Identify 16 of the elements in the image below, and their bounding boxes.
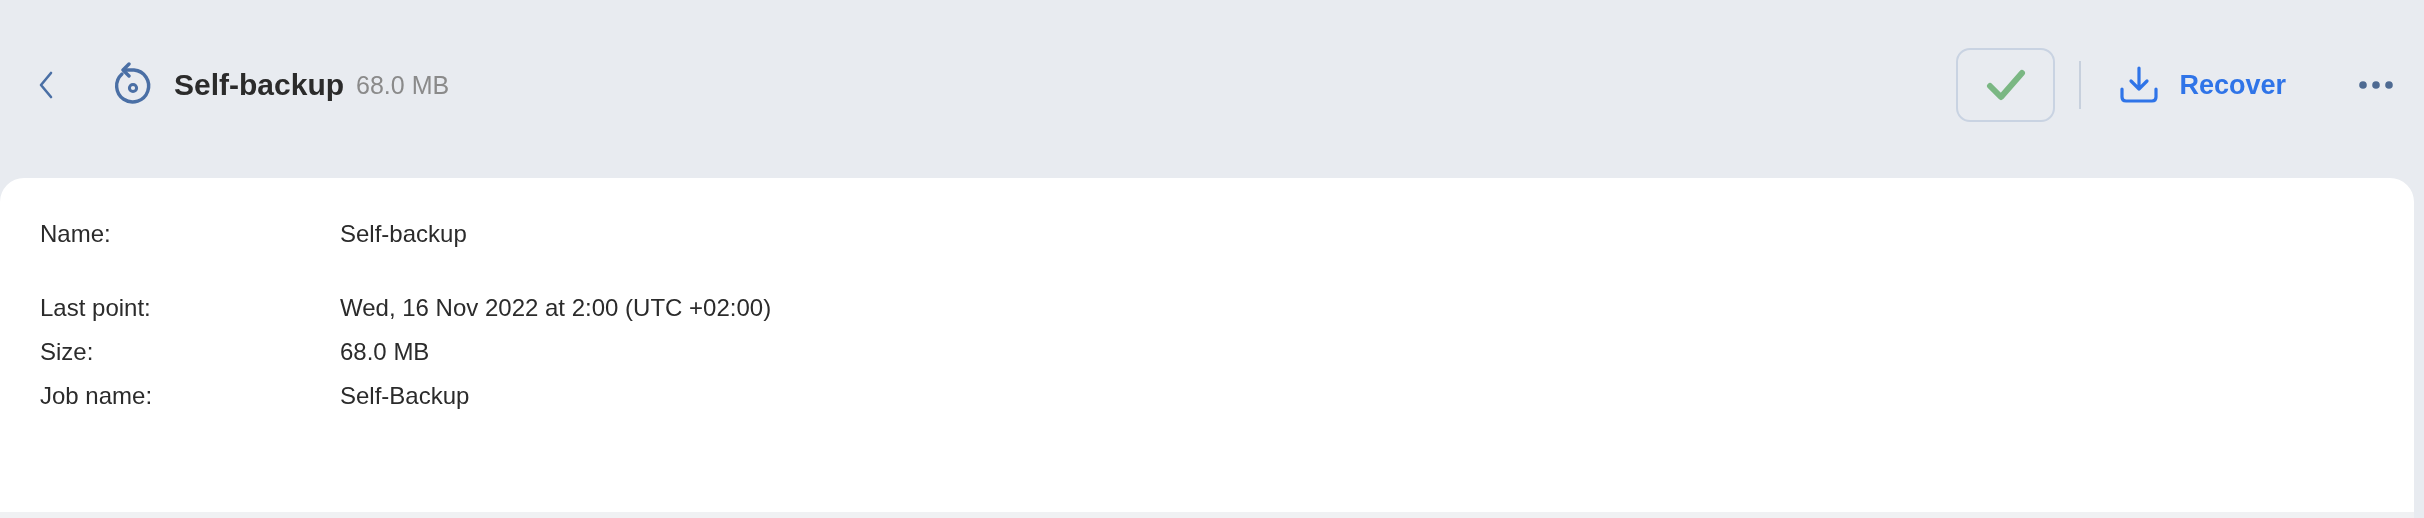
field-label: Size: — [40, 338, 95, 366]
page-title: Self-backup — [174, 68, 345, 102]
more-button[interactable] — [2358, 80, 2394, 90]
field-value: 68.0 MB — [340, 338, 430, 366]
field-value: Self-backup — [340, 220, 467, 248]
field-label: Name: — [40, 220, 112, 248]
chevron-left-icon — [38, 71, 54, 99]
field-value: Self-Backup — [340, 382, 470, 410]
download-icon — [2119, 65, 2160, 105]
size-label: 68.0 MB — [356, 70, 450, 100]
field-label: Job name: — [40, 382, 154, 410]
checkmark-icon — [1985, 69, 2026, 101]
recover-button[interactable]: Recover — [2119, 65, 2286, 105]
field-label: Last point: — [40, 294, 152, 322]
field-value: Wed, 16 Nov 2022 at 2:00 (UTC +02:00) — [340, 294, 772, 322]
more-icon — [2358, 80, 2394, 90]
